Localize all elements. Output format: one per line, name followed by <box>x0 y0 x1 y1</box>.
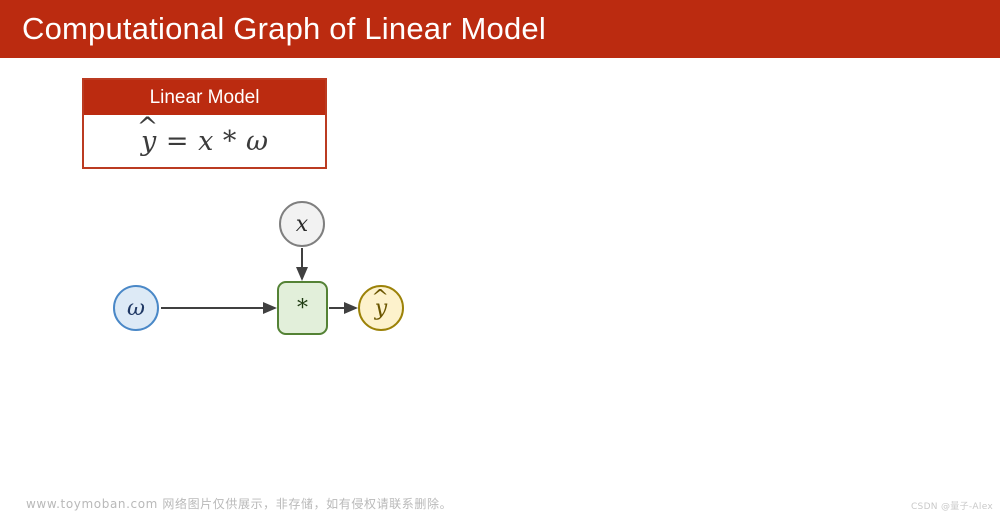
csdn-watermark: CSDN @量子-Alex <box>910 502 993 512</box>
linear-model-card-title: Linear Model <box>149 86 260 108</box>
graph-node-omega-label: ω <box>127 295 145 321</box>
linear-model-card-header: Linear Model <box>84 80 325 115</box>
formula-operand-omega: ω <box>245 125 269 157</box>
linear-model-card-body: ^ y = x * ω <box>84 114 325 167</box>
formula-equals: = <box>165 125 189 157</box>
graph-node-multiply-label: * <box>297 295 308 321</box>
formula-operand-x: x <box>198 125 214 157</box>
formula-yhat-hat: ^ <box>136 111 159 142</box>
page-title: Computational Graph of Linear Model <box>22 11 546 46</box>
graph-node-yhat-hat: ^ <box>371 284 389 309</box>
graph-node-yhat[interactable]: ^ y <box>358 285 404 331</box>
computational-graph: x ω * ^ y <box>0 180 1000 380</box>
slide-header-bar: Computational Graph of Linear Model <box>0 0 1000 58</box>
footer-disclaimer-text: www.toymoban.com 网络图片仅供展示，非存储，如有侵权请联系删除。 <box>26 497 453 511</box>
graph-node-x[interactable]: x <box>279 201 325 247</box>
graph-node-omega[interactable]: ω <box>113 285 159 331</box>
formula-yhat: ^ y <box>137 114 158 156</box>
formula-operator: * <box>222 125 237 157</box>
graph-node-x-label: x <box>295 211 309 237</box>
graph-edges <box>161 248 358 314</box>
linear-model-card: Linear Model ^ y = x * ω <box>82 78 327 169</box>
graph-node-multiply[interactable]: * <box>277 281 328 335</box>
linear-model-formula: ^ y = x * ω <box>137 114 269 157</box>
graph-node-yhat-glyph: ^ y <box>371 286 389 320</box>
